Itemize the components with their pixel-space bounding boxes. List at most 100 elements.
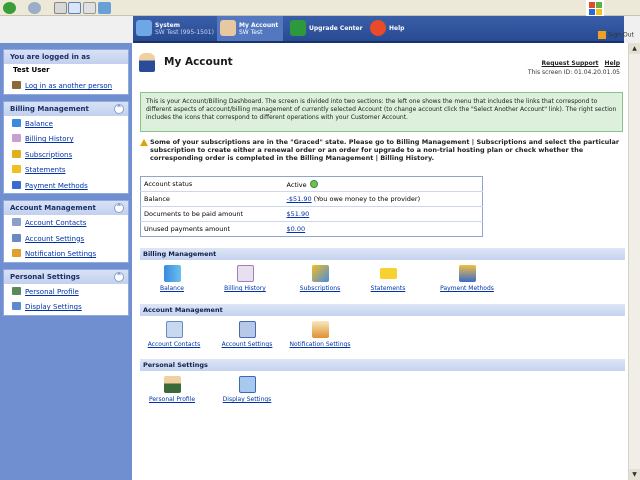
sidebar-item-balance[interactable]: Balance [4, 116, 128, 132]
account-contacts-shortcut[interactable]: Account Contacts [144, 321, 204, 348]
section-title: Personal Settings [10, 272, 80, 281]
statements-icon [12, 165, 21, 173]
shortcut-label[interactable]: Display Settings [223, 396, 272, 403]
sidebar-link[interactable]: Account Contacts [25, 219, 86, 227]
shortcut-label[interactable]: Personal Profile [149, 396, 195, 403]
tab-title: My Account [239, 22, 279, 29]
tab-help[interactable]: Help [367, 16, 417, 41]
sidebar-section-header: Personal Settings ^ [4, 269, 128, 284]
main-nav: System SW Test (995-1501) My Account SW … [133, 16, 624, 43]
forward-icon[interactable] [28, 2, 41, 14]
vertical-scrollbar[interactable]: ▲ ▼ [628, 43, 640, 480]
shortcut-label[interactable]: Statements [371, 285, 406, 292]
statements-icon [379, 268, 397, 279]
table-row: Balance -$51.90 (You owe money to the pro… [140, 191, 483, 207]
login-another-link[interactable]: Log in as another person [25, 82, 112, 90]
section-header-personal: Personal Settings [140, 359, 625, 371]
login-another-item[interactable]: Log in as another person [4, 78, 128, 94]
sidebar-section-header: Account Management ^ [4, 201, 128, 215]
scroll-up-icon[interactable]: ▲ [629, 43, 640, 54]
shortcut-label[interactable]: Account Settings [222, 341, 273, 348]
request-support-link[interactable]: Request Support [542, 60, 599, 67]
documents-amount-link[interactable]: $51.90 [287, 210, 310, 218]
sidebar-link[interactable]: Statements [25, 166, 65, 174]
sign-out-label: Sign Out [608, 31, 634, 39]
notification-settings-shortcut[interactable]: Notification Settings [288, 321, 352, 348]
collapse-icon[interactable]: ^ [114, 203, 124, 213]
status-label: Unused payments amount [144, 225, 231, 233]
collapse-icon[interactable]: ^ [114, 271, 124, 282]
section-title: Billing Management [10, 104, 89, 113]
tab-system[interactable]: System SW Test (995-1501) [133, 16, 217, 41]
sidebar-link[interactable]: Notification Settings [25, 250, 96, 258]
sidebar: You are logged in as Test User Log in as… [0, 43, 132, 480]
help-link[interactable]: Help [605, 60, 620, 67]
tab-subtitle: SW Test (995-1501) [155, 29, 214, 36]
system-icon [136, 20, 152, 36]
sidebar-item-personal-profile[interactable]: Personal Profile [4, 284, 128, 300]
payment-methods-icon [458, 265, 476, 282]
refresh-icon[interactable] [68, 2, 81, 14]
sidebar-link[interactable]: Balance [25, 120, 53, 128]
favorites-icon[interactable] [98, 2, 111, 14]
settings-icon [238, 321, 256, 338]
balance-shortcut[interactable]: Balance [152, 265, 192, 292]
active-status-icon [309, 179, 318, 188]
sidebar-item-statements[interactable]: Statements [4, 162, 128, 178]
sidebar-item-payment-methods[interactable]: Payment Methods [4, 178, 128, 194]
current-user: Test User [13, 66, 50, 74]
table-row: Unused payments amount $0.00 [141, 222, 483, 237]
sign-out-link[interactable]: Sign Out [598, 31, 634, 39]
upgrade-icon [290, 20, 306, 36]
sidebar-item-billing-history[interactable]: Billing History [4, 131, 128, 147]
sidebar-link[interactable]: Account Settings [25, 235, 84, 243]
display-icon [238, 376, 256, 393]
browser-toolbar [0, 0, 640, 16]
sidebar-link[interactable]: Subscriptions [25, 151, 72, 159]
windows-logo-icon [586, 0, 604, 16]
sidebar-item-account-contacts[interactable]: Account Contacts [4, 215, 128, 231]
back-icon[interactable] [3, 2, 16, 14]
balance-link[interactable]: -$51.90 [287, 195, 312, 203]
subscriptions-shortcut[interactable]: Subscriptions [295, 265, 345, 292]
shortcut-label[interactable]: Account Contacts [148, 341, 201, 348]
sidebar-link[interactable]: Display Settings [25, 303, 82, 311]
sign-out-icon [598, 31, 606, 39]
payment-methods-shortcut[interactable]: Payment Methods [435, 265, 499, 292]
subscriptions-icon [311, 265, 329, 282]
stop-icon[interactable] [54, 2, 67, 14]
collapse-icon[interactable]: ^ [114, 103, 124, 114]
sidebar-item-display-settings[interactable]: Display Settings [4, 299, 128, 315]
sidebar-item-notification-settings[interactable]: Notification Settings [4, 246, 128, 262]
sidebar-link[interactable]: Personal Profile [25, 288, 79, 296]
tab-upgrade-center[interactable]: Upgrade Center [287, 16, 367, 41]
scroll-down-icon[interactable]: ▼ [629, 469, 640, 480]
balance-note: (You owe money to the provider) [311, 195, 421, 203]
personal-profile-shortcut[interactable]: Personal Profile [146, 376, 198, 403]
sidebar-item-account-settings[interactable]: Account Settings [4, 231, 128, 247]
billing-history-shortcut[interactable]: Billing History [220, 265, 270, 292]
statements-shortcut[interactable]: Statements [368, 265, 408, 292]
display-icon [12, 302, 21, 310]
sidebar-link[interactable]: Billing History [25, 135, 74, 143]
section-title: Account Management [10, 204, 96, 212]
sidebar-item-subscriptions[interactable]: Subscriptions [4, 147, 128, 163]
warning-message: Some of your subscriptions are in the "G… [140, 138, 623, 162]
shortcut-label[interactable]: Subscriptions [300, 285, 340, 292]
shortcut-label[interactable]: Notification Settings [290, 341, 351, 348]
account-status-table: Account status Active Balance -$51.90 (You… [140, 176, 483, 237]
shortcut-label[interactable]: Billing History [224, 285, 266, 292]
unused-payments-link[interactable]: $0.00 [287, 225, 306, 233]
shortcut-label[interactable]: Payment Methods [440, 285, 494, 292]
table-row: Documents to be paid amount $51.90 [140, 206, 483, 222]
section-header-account: Account Management [140, 304, 625, 316]
sidebar-personal: Personal Settings ^ Personal Profile Disp… [3, 268, 129, 316]
shortcut-label[interactable]: Balance [160, 285, 184, 292]
home-icon[interactable] [83, 2, 96, 14]
user-switch-icon [12, 81, 21, 89]
display-settings-shortcut[interactable]: Display Settings [220, 376, 274, 403]
account-settings-shortcut[interactable]: Account Settings [218, 321, 276, 348]
sidebar-link[interactable]: Payment Methods [25, 182, 88, 190]
lifebuoy-icon [370, 20, 386, 36]
tab-my-account[interactable]: My Account SW Test [217, 16, 283, 41]
